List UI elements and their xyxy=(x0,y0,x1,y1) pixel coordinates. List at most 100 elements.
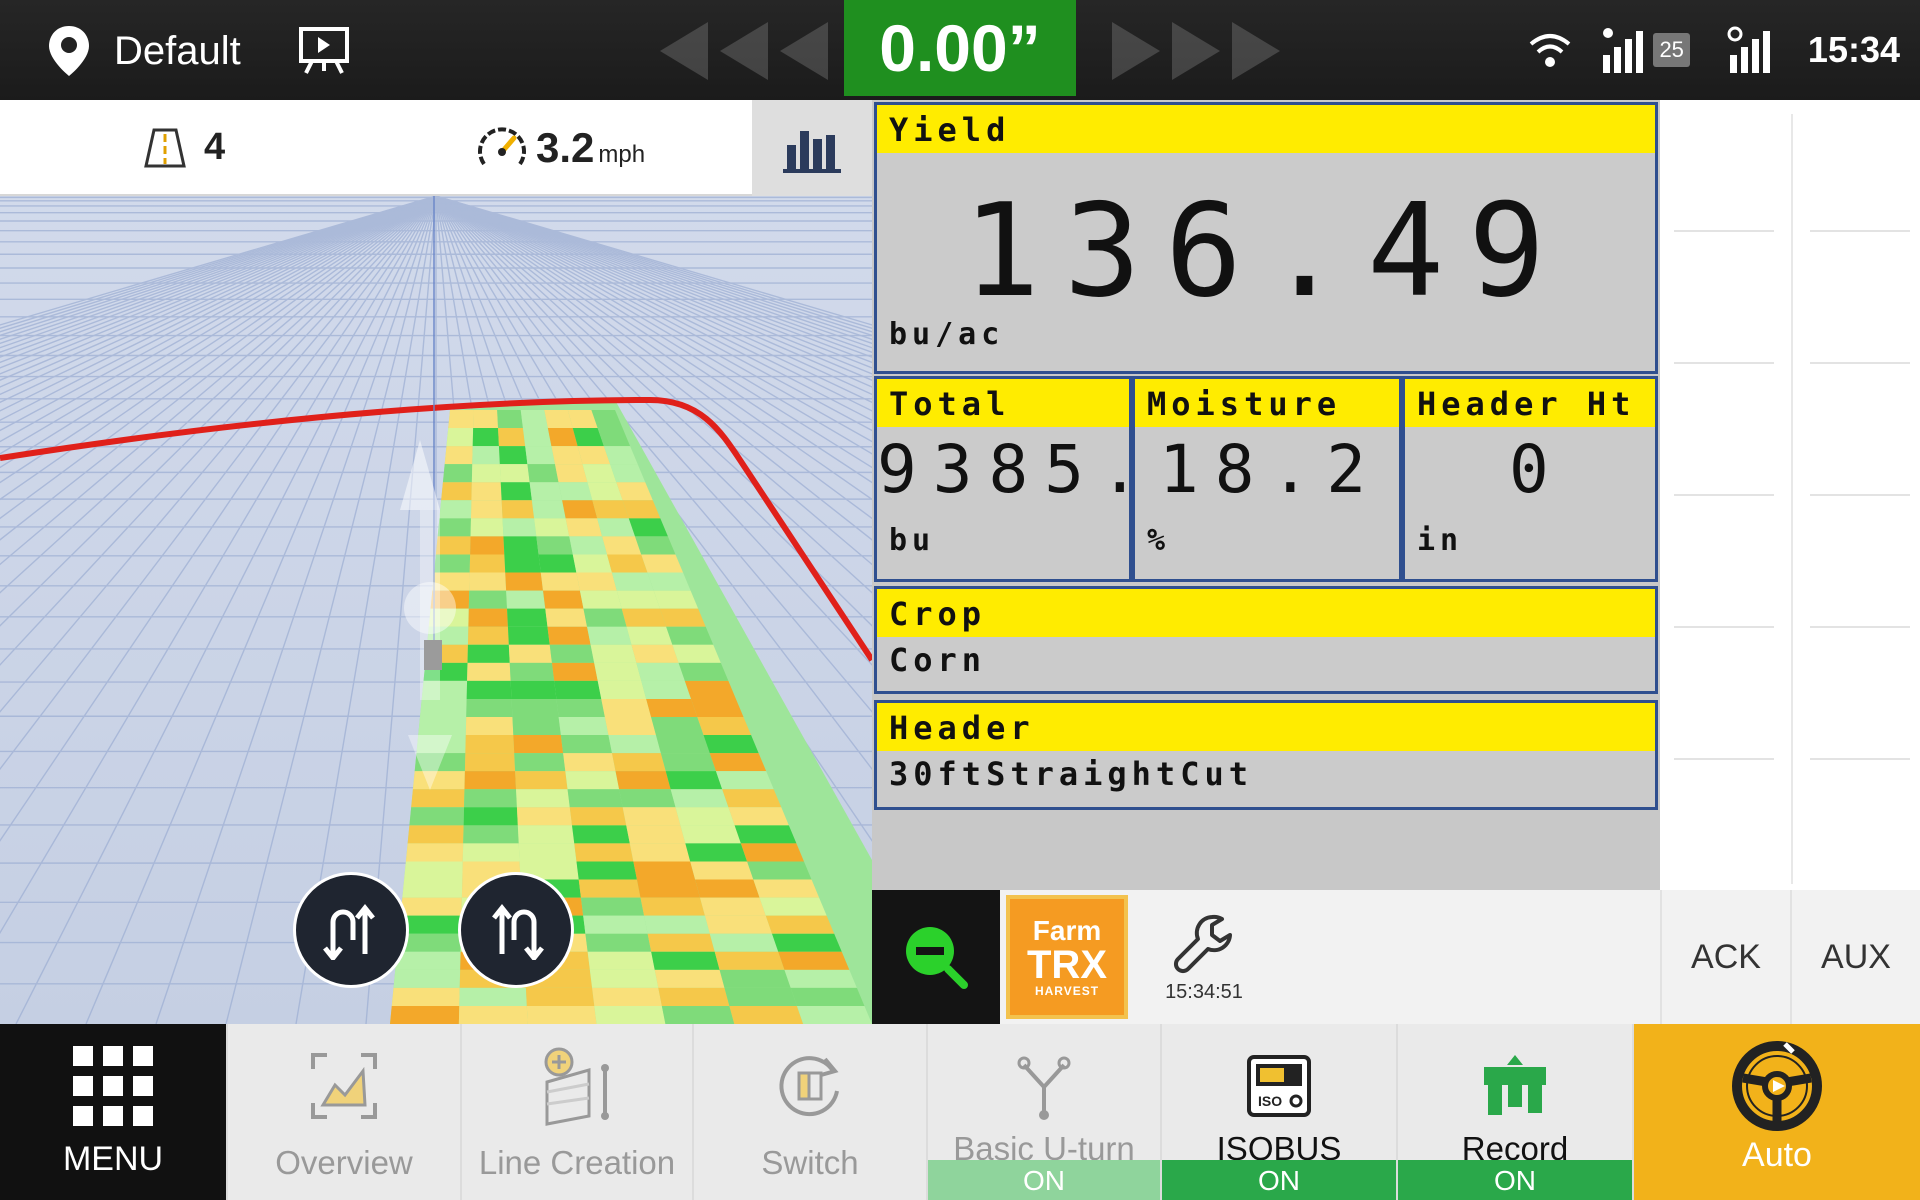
record-icon xyxy=(1480,1044,1550,1128)
header-height-unit: in xyxy=(1417,523,1464,558)
moisture-value: 18.2 xyxy=(1159,431,1382,508)
speed-unit: mph xyxy=(598,141,646,168)
soft-key-row: Farm TRX HARVEST 15:34:51 ACK AUX xyxy=(872,890,1920,1024)
speed-indicator: 3.2 mph xyxy=(476,124,645,172)
divider xyxy=(1674,494,1774,496)
satellite-count: 25 xyxy=(1653,33,1690,67)
farmtrx-logo: Farm TRX HARVEST xyxy=(1006,895,1128,1019)
line-creation-icon xyxy=(539,1044,615,1128)
header-height-value: 0 xyxy=(1509,431,1565,508)
bottom-toolbar: MENU Overview Line Creation Switch Basic… xyxy=(0,1024,1920,1200)
nudge-left-icon xyxy=(720,22,768,80)
divider xyxy=(1810,230,1910,232)
guidance-offset[interactable]: 0.00” xyxy=(844,0,1076,96)
nudge-left-icon xyxy=(660,22,708,80)
nudge-right-icon xyxy=(1112,22,1160,80)
line-creation-button[interactable]: Line Creation xyxy=(462,1024,694,1200)
logo-text-trx: TRX xyxy=(1027,943,1107,987)
status-indicators: 25 15:34 xyxy=(1527,22,1900,78)
moisture-cell[interactable]: Moisture 18.2 % xyxy=(1132,376,1402,582)
header-height-cell[interactable]: Header Ht 0 in xyxy=(1402,376,1658,582)
farmtrx-harvest-button[interactable]: Farm TRX HARVEST xyxy=(1004,890,1130,1024)
menu-button[interactable]: MENU xyxy=(0,1024,228,1200)
uturn-left-button[interactable] xyxy=(293,872,409,988)
divider xyxy=(1791,114,1793,884)
line-creation-label: Line Creation xyxy=(478,1144,676,1181)
yield-cell[interactable]: Yield 136.49 bu/ac xyxy=(874,102,1658,374)
presentation-icon[interactable] xyxy=(298,26,350,74)
chart-button[interactable] xyxy=(752,100,872,196)
nudge-right-icon xyxy=(1232,22,1280,80)
overview-label: Overview xyxy=(275,1144,413,1181)
nudge-left-icon xyxy=(780,22,828,80)
divider xyxy=(1810,494,1910,496)
moisture-label: Moisture xyxy=(1135,379,1399,427)
isobus-toggle[interactable]: ISO ISOBUS ON xyxy=(1162,1024,1398,1200)
total-unit: bu xyxy=(889,523,936,558)
auto-label: Auto xyxy=(1742,1136,1812,1174)
basic-uturn-toggle[interactable]: Basic U-turn ON xyxy=(928,1024,1162,1200)
crop-cell[interactable]: Crop Corn xyxy=(874,586,1658,694)
yield-label: Yield xyxy=(877,105,1655,153)
logo-text-harvest: HARVEST xyxy=(1034,984,1100,998)
record-state: ON xyxy=(1398,1160,1632,1200)
service-time: 15:34:51 xyxy=(1165,980,1243,1003)
location-pin-icon xyxy=(49,26,89,76)
isobus-state: ON xyxy=(1162,1160,1396,1200)
total-label: Total xyxy=(877,379,1129,427)
speedometer-icon xyxy=(478,127,526,166)
ack-button[interactable]: ACK xyxy=(1660,890,1790,1024)
wrench-icon xyxy=(1173,914,1232,973)
map-info-bar: 4 3.2 mph xyxy=(0,100,752,196)
divider xyxy=(1810,626,1910,628)
record-toggle[interactable]: Record ON xyxy=(1398,1024,1634,1200)
svg-text:ISO: ISO xyxy=(1258,1093,1282,1109)
basic-uturn-state: ON xyxy=(928,1160,1160,1200)
auto-steer-button[interactable]: Auto xyxy=(1634,1024,1920,1200)
bar-chart-icon xyxy=(783,131,841,173)
uturn-right-icon xyxy=(492,903,544,960)
overview-button[interactable]: Overview xyxy=(228,1024,462,1200)
divider xyxy=(1674,362,1774,364)
divider xyxy=(1810,758,1910,760)
grid-menu-icon xyxy=(73,1044,153,1128)
overview-icon xyxy=(309,1044,379,1128)
menu-label: MENU xyxy=(62,1140,164,1178)
lane-icon xyxy=(144,128,186,167)
aux-key-column xyxy=(1660,100,1920,890)
header-label: Header xyxy=(877,703,1655,751)
nudge-left-button[interactable] xyxy=(650,18,830,84)
switch-icon xyxy=(775,1044,845,1128)
zoom-out-button[interactable] xyxy=(872,890,1000,1024)
map-scene xyxy=(0,100,872,1024)
crop-value: Corn xyxy=(889,641,987,679)
uturn-left-icon xyxy=(323,903,375,960)
crop-label: Crop xyxy=(877,589,1655,637)
cellular-signal-icon[interactable] xyxy=(1726,25,1776,75)
total-cell[interactable]: Total 9385. bu xyxy=(874,376,1132,582)
lane-indicator: 4 xyxy=(144,126,225,169)
uturn-right-button[interactable] xyxy=(458,872,574,988)
zoom-out-icon xyxy=(906,927,968,989)
nudge-right-button[interactable] xyxy=(1110,18,1290,84)
moisture-unit: % xyxy=(1147,523,1171,558)
profile-name: Default xyxy=(114,28,241,73)
basic-uturn-icon xyxy=(1016,1044,1072,1128)
divider xyxy=(1810,362,1910,364)
divider xyxy=(1674,758,1774,760)
service-button[interactable]: 15:34:51 xyxy=(1134,890,1274,1024)
logo-text-farm: Farm xyxy=(1032,915,1102,946)
switch-button[interactable]: Switch xyxy=(694,1024,928,1200)
yield-value: 136.49 xyxy=(962,177,1570,326)
gnss-signal-icon[interactable] xyxy=(1599,25,1649,75)
speed-value: 3.2 xyxy=(536,124,595,171)
aux-button[interactable]: AUX xyxy=(1790,890,1920,1024)
divider xyxy=(1674,626,1774,628)
steering-wheel-icon xyxy=(1729,1038,1825,1134)
field-map[interactable]: 4 3.2 mph xyxy=(0,100,872,1024)
header-cell[interactable]: Header 30ftStraightCut xyxy=(874,700,1658,810)
profile-selector[interactable]: Default xyxy=(46,24,241,78)
isobus-icon: ISO xyxy=(1246,1044,1312,1128)
status-bar: Default 0.00” 25 15:34 xyxy=(0,0,1920,100)
wifi-icon[interactable] xyxy=(1527,30,1573,70)
